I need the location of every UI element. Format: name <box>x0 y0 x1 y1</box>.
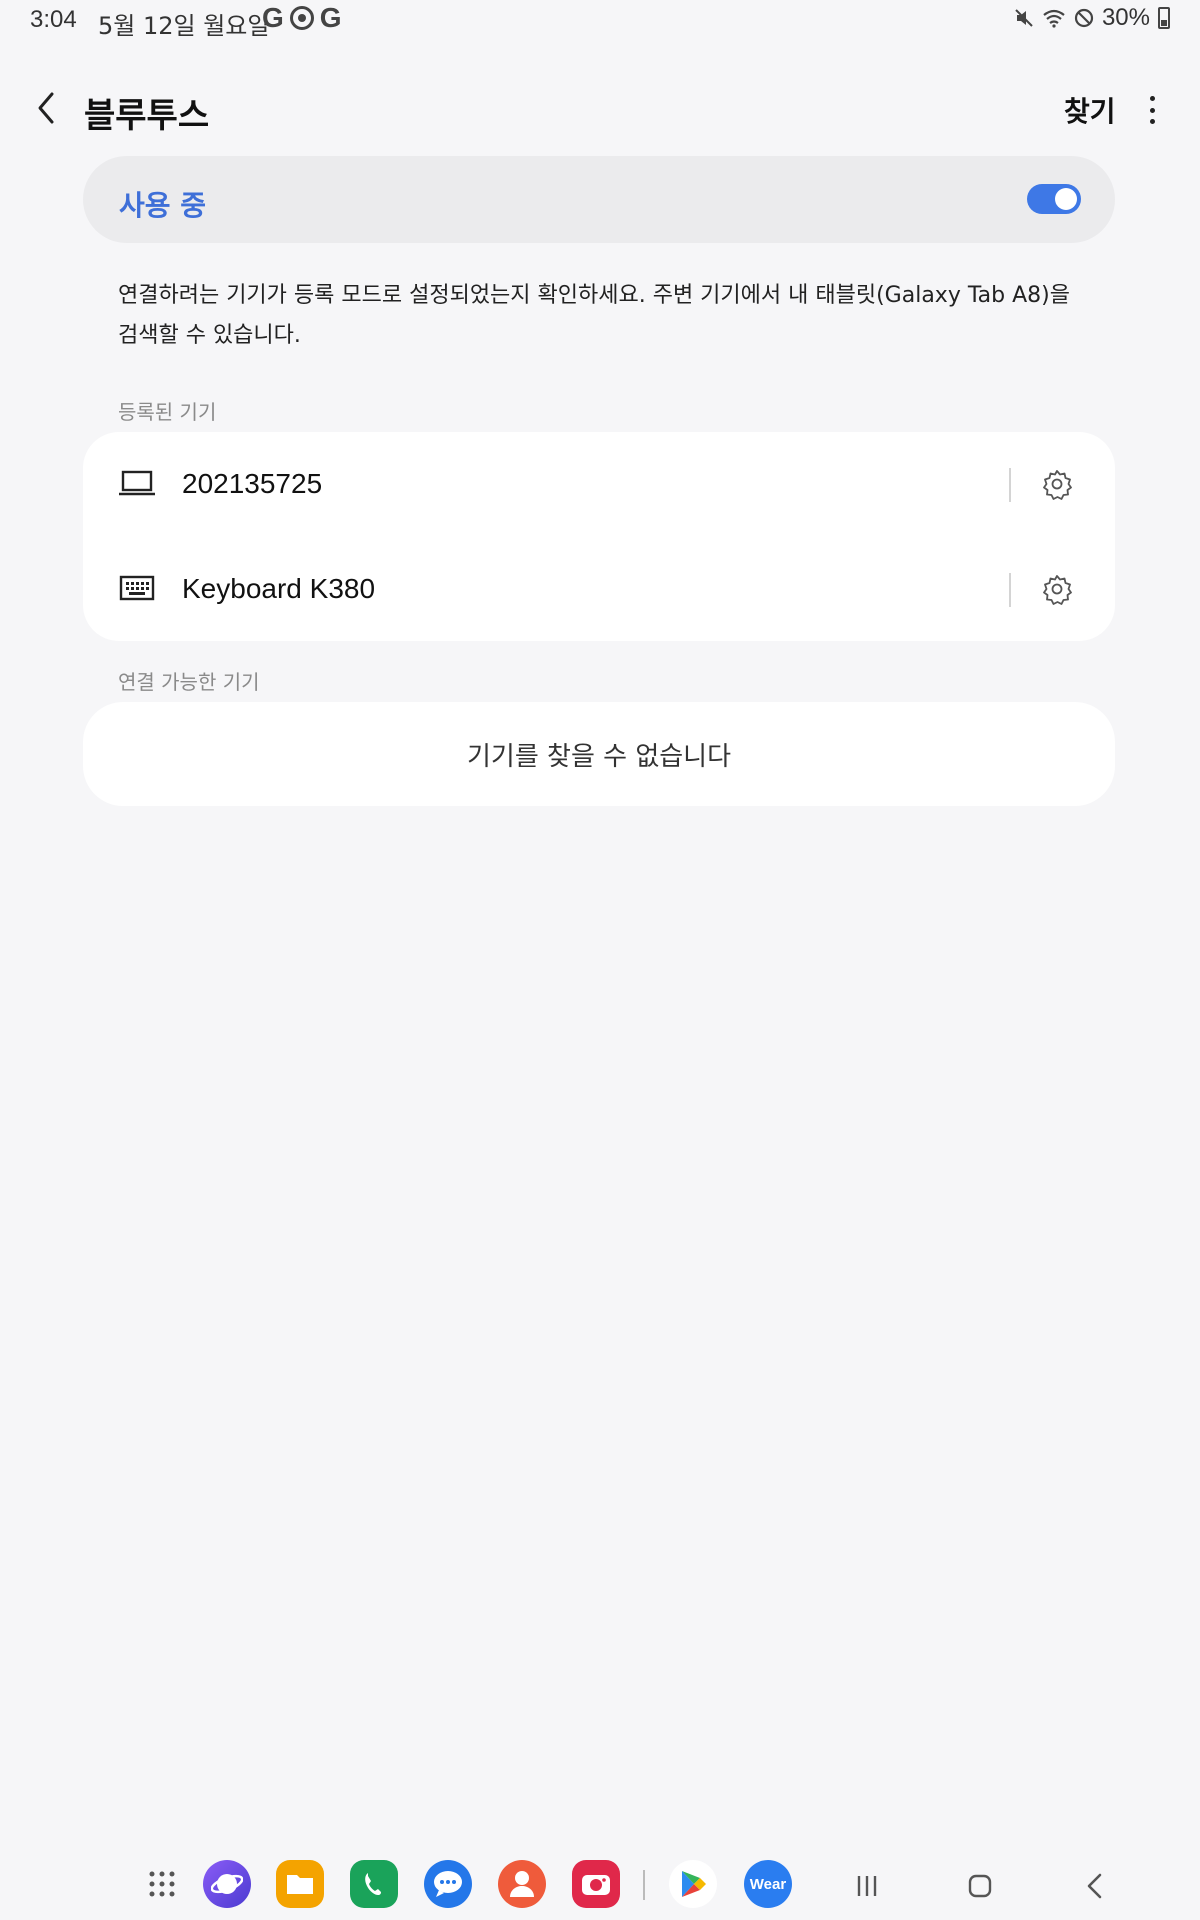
google-icon: G <box>319 2 342 33</box>
wear-label: Wear <box>749 1875 787 1893</box>
my-files-app[interactable] <box>276 1860 324 1908</box>
search-button[interactable]: 찾기 <box>1064 90 1116 130</box>
status-bar: 3:04 5월 12일 월요일 G G 30% <box>0 0 1200 40</box>
laptop-icon <box>119 470 155 496</box>
play-store-app[interactable] <box>669 1860 717 1908</box>
folder-icon <box>287 1875 313 1894</box>
system-icons: 30% <box>1014 4 1170 32</box>
device-name: Keyboard K380 <box>182 573 376 604</box>
available-devices-heading: 연결 가능한 기기 <box>118 670 260 694</box>
battery-percent: 30% <box>1101 4 1150 31</box>
dock-separator <box>643 1870 645 1900</box>
page-title: 블루투스 <box>84 96 210 136</box>
battery-icon <box>1158 7 1170 29</box>
camera-app[interactable] <box>572 1860 620 1908</box>
galaxy-wear-app[interactable]: Wear <box>744 1860 792 1908</box>
keyboard-icon <box>119 575 155 601</box>
gemini-icon <box>289 6 314 30</box>
list-item-device[interactable]: 202135725 <box>83 432 1115 536</box>
status-time: 3:04 <box>30 6 77 33</box>
empty-state-text: 기기를 찾을 수 없습니다 <box>467 742 731 772</box>
registered-devices-heading: 등록된 기기 <box>118 400 217 424</box>
chevron-left-icon <box>38 92 54 124</box>
registered-devices-list: 202135725 Keyboard K380 <box>83 432 1115 641</box>
apps-grid-icon <box>149 1871 175 1897</box>
home-button[interactable] <box>960 1866 1000 1906</box>
back-button[interactable] <box>30 86 64 130</box>
home-icon <box>968 1874 992 1898</box>
block-icon <box>1074 8 1094 28</box>
back-icon <box>1087 1873 1102 1899</box>
phone-icon <box>365 1873 381 1895</box>
wifi-icon <box>1043 9 1065 28</box>
more-dot <box>1149 107 1155 113</box>
list-item-device[interactable]: Keyboard K380 <box>83 537 1115 641</box>
more-dot <box>1149 96 1155 101</box>
switch-knob <box>1055 188 1077 210</box>
bluetooth-switch[interactable] <box>1027 184 1081 214</box>
play-store-icon <box>682 1871 706 1897</box>
toggle-label: 사용 중 <box>119 189 207 222</box>
pairing-description: 연결하려는 기기가 등록 모드로 설정되었는지 확인하세요. 주변 기기에서 내… <box>118 283 1070 348</box>
recents-icon <box>857 1876 877 1896</box>
bluetooth-toggle-card[interactable]: 사용 중 <box>83 156 1115 243</box>
notification-icons: G G <box>262 4 342 32</box>
internet-app[interactable] <box>203 1860 251 1908</box>
apps-grid-button[interactable] <box>138 1860 186 1908</box>
gear-icon[interactable] <box>1041 468 1073 500</box>
nav-back-button[interactable] <box>1075 1866 1115 1906</box>
status-date: 5월 12일 월요일 <box>98 12 270 40</box>
phone-app[interactable] <box>350 1860 398 1908</box>
more-dot <box>1149 119 1155 124</box>
more-options-button[interactable] <box>1140 92 1164 128</box>
messages-app[interactable] <box>424 1860 472 1908</box>
taskbar: Wear <box>0 1860 1200 1910</box>
messages-icon <box>434 1871 462 1897</box>
contacts-app[interactable] <box>498 1860 546 1908</box>
recent-apps-button[interactable] <box>847 1866 887 1906</box>
mute-icon <box>1015 9 1033 27</box>
gear-icon[interactable] <box>1041 573 1073 605</box>
google-icon: G <box>262 2 284 33</box>
divider <box>1009 468 1011 502</box>
device-name: 202135725 <box>182 468 323 499</box>
available-devices-list: 기기를 찾을 수 없습니다 <box>83 702 1115 806</box>
internet-icon <box>211 1874 243 1894</box>
contacts-icon <box>510 1871 534 1897</box>
divider <box>1009 573 1011 607</box>
camera-icon <box>582 1875 610 1895</box>
